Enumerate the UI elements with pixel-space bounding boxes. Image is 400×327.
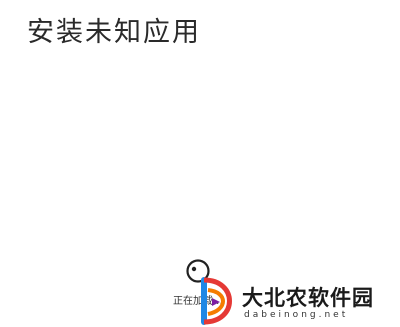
dabeinong-logo-icon [201, 277, 232, 325]
watermark-domain: dabeinong.net [244, 310, 349, 320]
site-watermark: 大北农软件园 dabeinong.net [198, 276, 398, 326]
watermark-site-name: 大北农软件园 [242, 286, 374, 310]
page-title: 安装未知应用 [27, 17, 201, 48]
